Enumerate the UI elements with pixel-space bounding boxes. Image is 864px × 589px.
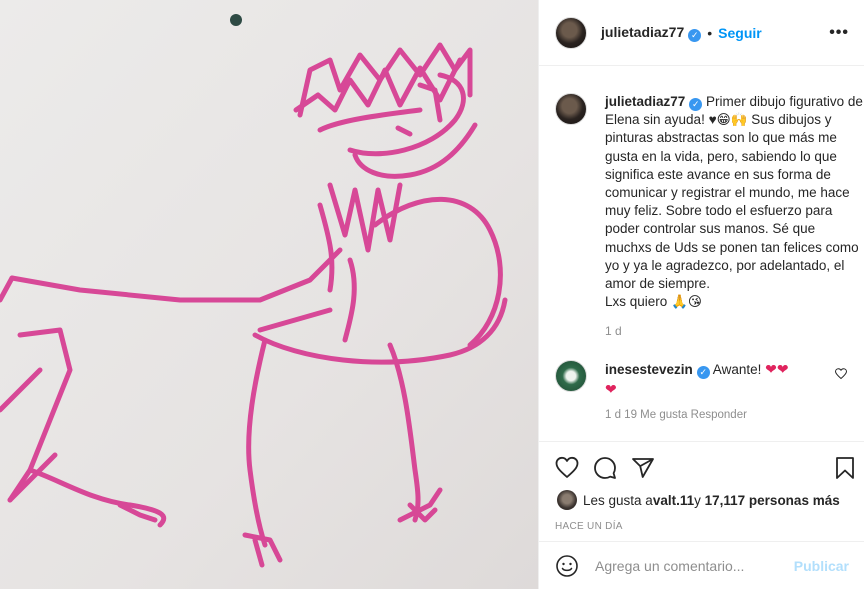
author-avatar[interactable] [555,16,587,49]
verified-badge-icon: ✓ [696,366,710,380]
caption-author-avatar[interactable] [555,93,587,125]
author-username[interactable]: julietadiaz77 ✓ [601,24,702,42]
caption: julietadiaz77 ✓ Primer dibujo figurativo … [555,67,863,339]
liker-username[interactable]: valt.11 [653,493,694,508]
comment-composer: Publicar [539,541,864,589]
pin-hole [230,14,242,26]
like-comment-heart-icon[interactable] [835,368,847,380]
share-send-icon[interactable] [631,456,655,480]
separator-dot: • [707,24,713,41]
post-header: julietadiaz77 ✓ • Seguir ••• [539,0,864,66]
post-timestamp[interactable]: HACE UN DÍA [555,521,623,532]
liker-avatar[interactable] [557,490,577,510]
caption-time: 1 d [605,324,622,339]
caption-body: Sus dibujos y pinturas abstractas son lo… [605,112,859,292]
comment-meta[interactable]: 1 d 19 Me gusta Responder [605,409,849,421]
like-heart-icon[interactable] [555,456,579,480]
save-bookmark-icon[interactable] [833,456,857,480]
post-photo[interactable] [0,0,538,589]
action-bar: Les gusta a valt.11 y 17,117 personas má… [539,441,864,541]
comments-area[interactable]: julietadiaz77 ✓ Primer dibujo figurativo … [539,67,864,441]
verified-badge-icon: ✓ [689,98,703,111]
likes-count[interactable]: 17,117 personas más [705,493,840,508]
comment-text: inesestevezin ✓ Awante! ❤❤ ❤ [605,360,835,398]
more-options-icon[interactable]: ••• [829,24,849,42]
comment-input[interactable] [595,557,794,574]
likes-mid: y [694,492,701,508]
comment-body: Awante! [709,362,766,378]
likes-summary[interactable]: Les gusta a valt.11 y 17,117 personas má… [557,490,840,510]
verified-badge-icon: ✓ [688,28,702,42]
caption-author-username[interactable]: julietadiaz77 [605,94,685,109]
follow-button[interactable]: Seguir [718,25,762,41]
caption-closing: Lxs quiero 🙏😘 [605,294,702,310]
commenter-username[interactable]: inesestevezin [605,362,693,377]
author-username-text[interactable]: julietadiaz77 [601,24,684,40]
publish-button[interactable]: Publicar [794,558,849,574]
heart-emoji-second: ❤ [605,380,617,397]
commenter-avatar[interactable] [555,360,587,393]
child-drawing-image [0,0,538,589]
heart-emoji: ❤❤ [765,361,789,378]
likes-prefix: Les gusta a [583,492,653,508]
caption-text: julietadiaz77 ✓ Primer dibujo figurativo … [605,93,863,311]
comment-bubble-icon[interactable] [593,456,617,480]
emoji-smiley-icon[interactable] [555,554,579,578]
comment-item: inesestevezin ✓ Awante! ❤❤ ❤ 1 d 19 Me gu… [555,360,849,421]
post-side-panel: julietadiaz77 ✓ • Seguir ••• julietadiaz7… [538,0,864,589]
